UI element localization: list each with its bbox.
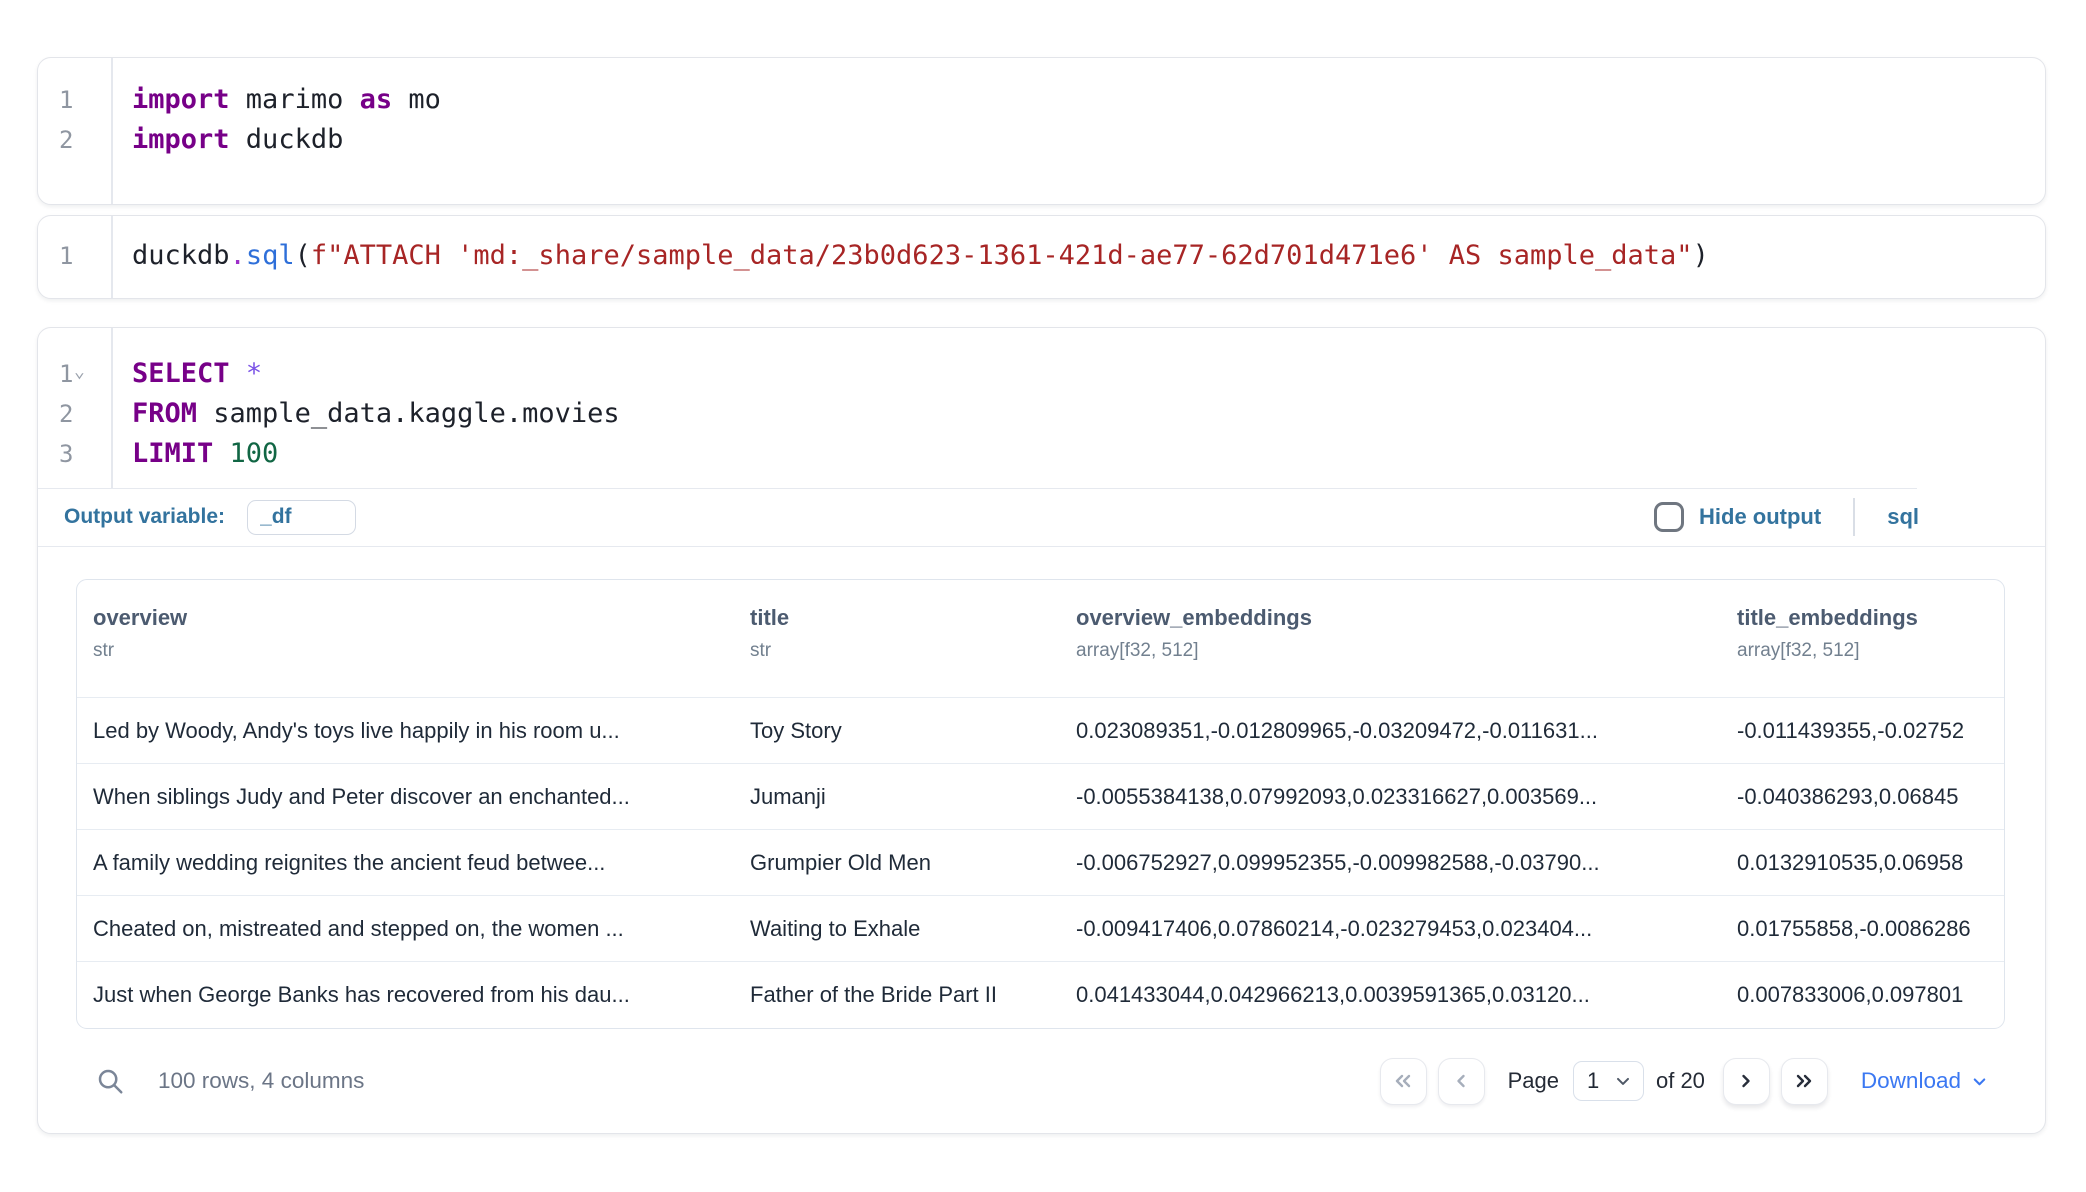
column-type: array[f32, 512] (1076, 640, 1705, 662)
table-cell: 0.01755858,-0.0086286 (1721, 896, 2004, 962)
code-line[interactable]: 1⌄SELECT * (38, 354, 2045, 394)
hide-output-label[interactable]: Hide output (1699, 504, 1821, 530)
output-variable-input[interactable] (247, 500, 356, 535)
code-editor[interactable]: 1⌄SELECT *2FROM sample_data.kaggle.movie… (38, 328, 2045, 488)
table-cell: Grumpier Old Men (734, 830, 1060, 896)
table-cell: Cheated on, mistreated and stepped on, t… (77, 896, 734, 962)
download-label: Download (1861, 1068, 1961, 1094)
table-cell: Waiting to Exhale (734, 896, 1060, 962)
first-page-button[interactable] (1380, 1058, 1427, 1105)
table-cell: -0.006752927,0.099952355,-0.009982588,-0… (1060, 830, 1721, 896)
table-cell: A family wedding reignites the ancient f… (77, 830, 734, 896)
table-cell: 0.023089351,-0.012809965,-0.03209472,-0.… (1060, 698, 1721, 764)
output-variable-label: Output variable: (64, 505, 225, 529)
table-cell: Toy Story (734, 698, 1060, 764)
search-icon[interactable] (95, 1066, 125, 1096)
table-cell: Jumanji (734, 764, 1060, 830)
line-number: 1⌄ (38, 354, 111, 394)
code-line[interactable]: 2import duckdb (38, 120, 2045, 160)
code-editor[interactable]: 1duckdb.sql(f"ATTACH 'md:_share/sample_d… (38, 216, 2045, 298)
column-name: overview (93, 605, 718, 631)
column-name: title_embeddings (1737, 605, 1988, 631)
code-line[interactable]: 1duckdb.sql(f"ATTACH 'md:_share/sample_d… (38, 236, 2045, 276)
column-name: title (750, 605, 1044, 631)
next-page-button[interactable] (1723, 1058, 1770, 1105)
table-cell: 0.041433044,0.042966213,0.0039591365,0.0… (1060, 962, 1721, 1028)
chevron-left-icon (1449, 1069, 1473, 1093)
cell-controls-right: Hide output sql (1654, 498, 1919, 536)
table-cell: -0.040386293,0.06845 (1721, 764, 2004, 830)
chevron-down-icon (1970, 1072, 1989, 1091)
sql-cell: 1⌄SELECT *2FROM sample_data.kaggle.movie… (37, 327, 2046, 1134)
table-cell: When siblings Judy and Peter discover an… (77, 764, 734, 830)
page-number-select[interactable]: 1 (1573, 1061, 1644, 1101)
table-cell: -0.009417406,0.07860214,-0.023279453,0.0… (1060, 896, 1721, 962)
page-number-value: 1 (1587, 1068, 1599, 1094)
line-number: 2 (38, 394, 111, 434)
pagination: Page 1 of 20 (1380, 1058, 1828, 1105)
column-header-title[interactable]: title str (734, 580, 1060, 698)
hide-output-checkbox[interactable] (1654, 502, 1684, 532)
code-editor[interactable]: 1import marimo as mo2import duckdb (38, 58, 2045, 204)
table-cell: -0.011439355,-0.02752 (1721, 698, 2004, 764)
code-line[interactable]: 3LIMIT 100 (38, 434, 2045, 474)
column-type: array[f32, 512] (1737, 640, 1988, 662)
row-count-status: 100 rows, 4 columns (158, 1068, 364, 1094)
prev-page-button[interactable] (1438, 1058, 1485, 1105)
last-page-button[interactable] (1781, 1058, 1828, 1105)
chevron-down-icon (1613, 1071, 1633, 1091)
data-table: overview str title str overview_embeddingsar… (76, 579, 2005, 1029)
chevrons-left-icon (1391, 1069, 1415, 1093)
line-number: 3 (38, 434, 111, 474)
cell-output-area: overview str title str overview_embeddingsar… (38, 547, 2045, 1029)
chevron-right-icon (1734, 1069, 1758, 1093)
table-cell: -0.0055384138,0.07992093,0.023316627,0.0… (1060, 764, 1721, 830)
cell-controls-row: Output variable: Hide output sql (38, 488, 2045, 547)
table-footer: 100 rows, 4 columns Page 1 (38, 1029, 2045, 1133)
column-header-title_embeddings[interactable]: title_embeddings array[f32, 512] (1721, 580, 2004, 698)
notebook-page: 1import marimo as mo2import duckdb 1duck… (0, 0, 2086, 1134)
code-cell-imports: 1import marimo as mo2import duckdb (37, 57, 2046, 205)
table-cell: 0.007833006,0.097801 (1721, 962, 2004, 1028)
table-cell: Father of the Bride Part II (734, 962, 1060, 1028)
column-type: str (750, 640, 1044, 662)
download-button[interactable]: Download (1861, 1068, 1989, 1094)
code-line[interactable]: 2FROM sample_data.kaggle.movies (38, 394, 2045, 434)
line-number: 1 (38, 236, 111, 276)
sql-language-label[interactable]: sql (1887, 504, 1919, 530)
column-header-overview[interactable]: overview str (77, 580, 734, 698)
code-line[interactable]: 1import marimo as mo (38, 80, 2045, 120)
page-total-label: of 20 (1656, 1068, 1705, 1094)
line-number: 1 (38, 80, 111, 120)
table-cell: Led by Woody, Andy's toys live happily i… (77, 698, 734, 764)
code-cell-attach: 1duckdb.sql(f"ATTACH 'md:_share/sample_d… (37, 215, 2046, 299)
table-cell: 0.0132910535,0.06958 (1721, 830, 2004, 896)
page-label: Page (1508, 1068, 1559, 1094)
column-header-overview_embeddings[interactable]: overview_embeddings array[f32, 512] (1060, 580, 1721, 698)
table-cell: Just when George Banks has recovered fro… (77, 962, 734, 1028)
line-number: 2 (38, 120, 111, 160)
fold-chevron-icon[interactable]: ⌄ (74, 352, 85, 392)
chevrons-right-icon (1792, 1069, 1816, 1093)
column-type: str (93, 640, 718, 662)
column-name: overview_embeddings (1076, 605, 1705, 631)
controls-divider (1853, 498, 1855, 536)
